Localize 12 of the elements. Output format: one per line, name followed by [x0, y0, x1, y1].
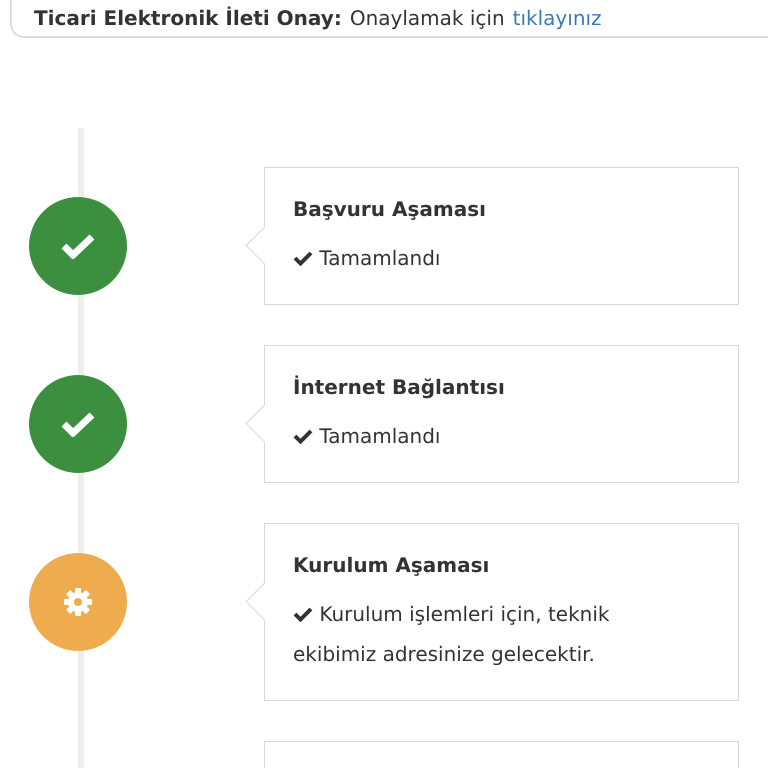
check-icon: [293, 250, 313, 266]
consent-link[interactable]: tıklayınız: [512, 6, 602, 30]
consent-text: Onaylamak için: [350, 6, 505, 30]
step-title: Kurulum Aşaması: [293, 552, 490, 579]
step-status-text: Tamamlandı: [293, 424, 440, 448]
step-title: Başvuru Aşaması: [293, 196, 487, 223]
step-title: İnternet Bağlantısı: [293, 374, 506, 401]
check-icon: [293, 606, 313, 622]
step-status-text: Kurulum işlemleri için, teknik ekibimiz adresinize gelecektir.: [293, 602, 610, 666]
step-status-text: Tamamlandı: [293, 246, 440, 270]
consent-label: Ticari Elektronik İleti Onay:: [34, 6, 342, 30]
check-icon: [293, 428, 313, 444]
